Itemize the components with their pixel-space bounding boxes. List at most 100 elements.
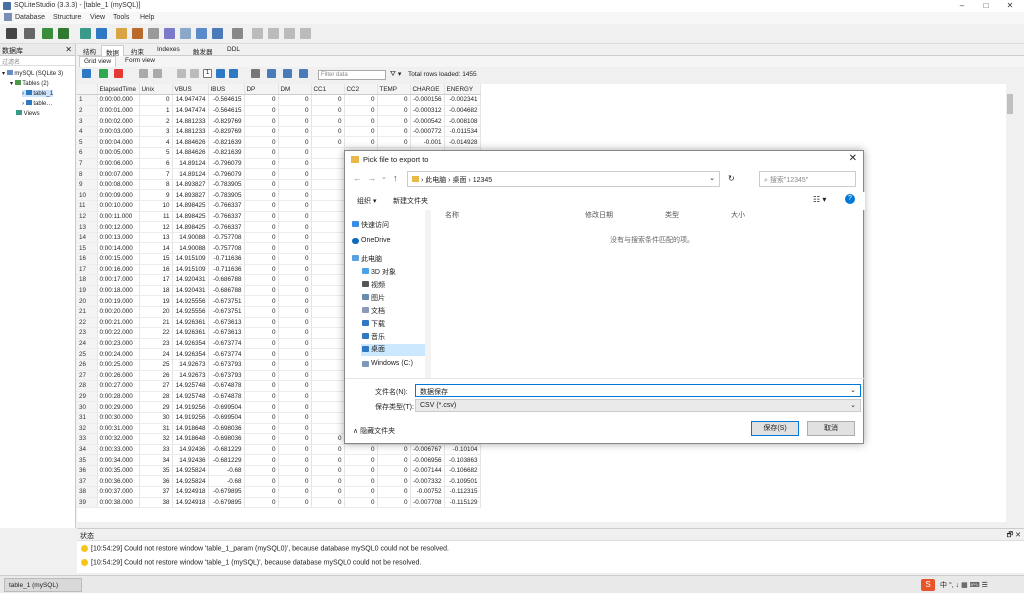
table-cell[interactable]: -0.711636 <box>208 253 245 265</box>
table-cell[interactable]: 0:00:23.000 <box>97 338 140 350</box>
table-cell[interactable]: 0 <box>377 454 411 466</box>
menu-tools[interactable]: Tools <box>110 12 132 23</box>
tree-item-table-1[interactable]: › table_1 <box>22 90 54 97</box>
table-cell[interactable]: 0 <box>278 327 312 339</box>
table-cell[interactable]: 0:00:03.000 <box>97 126 140 138</box>
table-cell[interactable]: 0:00:29.000 <box>97 401 140 413</box>
row-number[interactable]: 3 <box>77 115 98 127</box>
nav-windows-c[interactable]: Windows (C:) <box>362 360 413 367</box>
table-cell[interactable]: 0 <box>278 158 312 170</box>
row-number[interactable]: 2 <box>77 105 98 117</box>
table-cell[interactable]: -0.829769 <box>208 126 245 138</box>
tab-ddl[interactable]: DDL <box>223 45 244 56</box>
table-cell[interactable]: 0 <box>278 168 312 180</box>
table-cell[interactable]: 24 <box>139 348 173 360</box>
table-cell[interactable]: -0.699504 <box>208 412 245 424</box>
table-cell[interactable]: 0 <box>244 264 279 276</box>
table-cell[interactable] <box>311 158 345 170</box>
nav-onedrive[interactable]: OneDrive <box>352 237 391 244</box>
delete-row-icon[interactable] <box>114 69 123 78</box>
table-cell[interactable]: 2 <box>139 115 173 127</box>
table-cell[interactable]: 0 <box>244 465 279 477</box>
table-cell[interactable]: 0 <box>244 295 279 307</box>
filter-options-icon[interactable]: ⛛ ▾ <box>390 70 401 79</box>
table-cell[interactable]: 0:00:17.000 <box>97 274 140 286</box>
table-cell[interactable]: 0 <box>278 423 312 435</box>
table-cell[interactable]: 0 <box>278 189 312 202</box>
insert-row-icon[interactable] <box>99 69 108 78</box>
table-row[interactable]: 2 0:00:01.000 1 14.947474 -0.564615 0 0 0 0 0 -0.0… <box>77 105 481 117</box>
table-cell[interactable] <box>311 348 345 360</box>
refresh-data-icon[interactable] <box>82 69 91 78</box>
table-icon[interactable] <box>96 28 107 39</box>
table-cell[interactable]: -0.006956 <box>410 454 445 466</box>
forward-arrow-icon[interactable]: → <box>367 173 376 183</box>
table-cell[interactable]: 0:00:02.000 <box>97 115 140 127</box>
table-cell[interactable]: 0 <box>278 486 312 498</box>
row-number[interactable]: 34 <box>77 444 98 456</box>
status-float-icon[interactable]: 🗗 ✕ <box>1007 531 1021 542</box>
table-cell[interactable]: 14.881233 <box>172 115 209 127</box>
table-cell[interactable]: 0:00:36.000 <box>97 475 140 488</box>
table-cell[interactable]: 0 <box>244 158 279 170</box>
nav-desktop[interactable]: 桌面 <box>361 344 427 356</box>
table-cell[interactable]: 0 <box>244 348 279 360</box>
table-cell[interactable]: 0 <box>278 94 312 106</box>
table-cell[interactable]: 0 <box>278 454 312 466</box>
refresh-icon[interactable] <box>80 28 91 39</box>
hide-folders-toggle[interactable]: ∧ 隐藏文件夹 <box>353 426 395 436</box>
row-number[interactable]: 38 <box>77 486 98 498</box>
nav-videos[interactable]: 视频 <box>362 280 385 290</box>
database-filter-input[interactable]: 过滤名 <box>0 56 75 66</box>
table-cell[interactable]: 0 <box>244 136 279 149</box>
address-dropdown-icon[interactable]: ⌄ <box>709 174 715 182</box>
table-row[interactable]: 34 0:00:33.000 33 14.92436 -0.681229 0 0 0 0 0 -0.… <box>77 444 481 456</box>
table-cell[interactable]: 14.918648 <box>172 423 209 435</box>
filetype-dropdown-icon[interactable]: ⌄ <box>850 401 856 409</box>
column-name[interactable]: 名称 <box>445 210 459 220</box>
rollback-icon[interactable] <box>153 69 162 78</box>
table-cell[interactable]: 0:00:11.000 <box>97 211 140 223</box>
table-cell[interactable]: 0:00:07.000 <box>97 168 140 180</box>
export-icon[interactable] <box>212 28 223 39</box>
tree-item-tables[interactable]: ▾ Tables (2) <box>10 80 49 87</box>
table-cell[interactable]: 0 <box>244 401 279 413</box>
table-cell[interactable]: 0 <box>278 232 312 244</box>
table-cell[interactable]: 0 <box>278 242 312 254</box>
table-cell[interactable]: 14.898425 <box>172 211 209 223</box>
table-cell[interactable]: 0 <box>377 465 411 477</box>
table-cell[interactable]: 0 <box>278 295 312 307</box>
table-cell[interactable]: -0.686788 <box>208 274 245 286</box>
table-cell[interactable]: -0.783905 <box>208 179 245 191</box>
table-cell[interactable]: 0 <box>344 486 378 498</box>
table-cell[interactable]: 0 <box>278 380 312 392</box>
table-cell[interactable]: -0.681229 <box>208 444 245 456</box>
table-cell[interactable]: 14.925556 <box>172 295 209 307</box>
commit-icon[interactable] <box>139 69 148 78</box>
table-cell[interactable]: 0 <box>278 370 312 382</box>
table-cell[interactable]: 27 <box>139 380 173 392</box>
table-cell[interactable]: 14.898425 <box>172 200 209 212</box>
table-cell[interactable] <box>311 179 345 191</box>
table-cell[interactable]: 0 <box>278 444 312 456</box>
row-number[interactable]: 26 <box>77 359 98 371</box>
column-type[interactable]: 类型 <box>665 210 679 220</box>
tab-constraints[interactable]: 约束 <box>127 45 148 56</box>
table-cell[interactable] <box>311 338 345 350</box>
help-icon[interactable]: ? <box>845 194 855 204</box>
table-cell[interactable]: 0 <box>311 115 345 127</box>
table-cell[interactable]: 0 <box>377 94 411 106</box>
table-cell[interactable]: -0.007144 <box>410 465 445 477</box>
table-cell[interactable]: 16 <box>139 264 173 276</box>
address-bar[interactable]: › 此电脑 › 桌面 › 12345 ⌄ <box>407 171 720 187</box>
table-cell[interactable]: 26 <box>139 370 173 382</box>
table-cell[interactable]: 0 <box>244 200 279 212</box>
column-header[interactable]: CC2 <box>344 84 378 96</box>
close-window-button[interactable]: ✕ <box>998 0 1022 12</box>
row-number[interactable]: 31 <box>77 412 98 424</box>
table-cell[interactable]: 0 <box>311 94 345 106</box>
table-cell[interactable]: 0:00:19.000 <box>97 295 140 307</box>
table-row[interactable]: 4 0:00:03.000 3 14.881233 -0.829769 0 0 0 0 0 -0.0… <box>77 126 481 138</box>
table-cell[interactable]: 0 <box>311 136 345 149</box>
table-cell[interactable]: 14.884626 <box>172 136 209 149</box>
